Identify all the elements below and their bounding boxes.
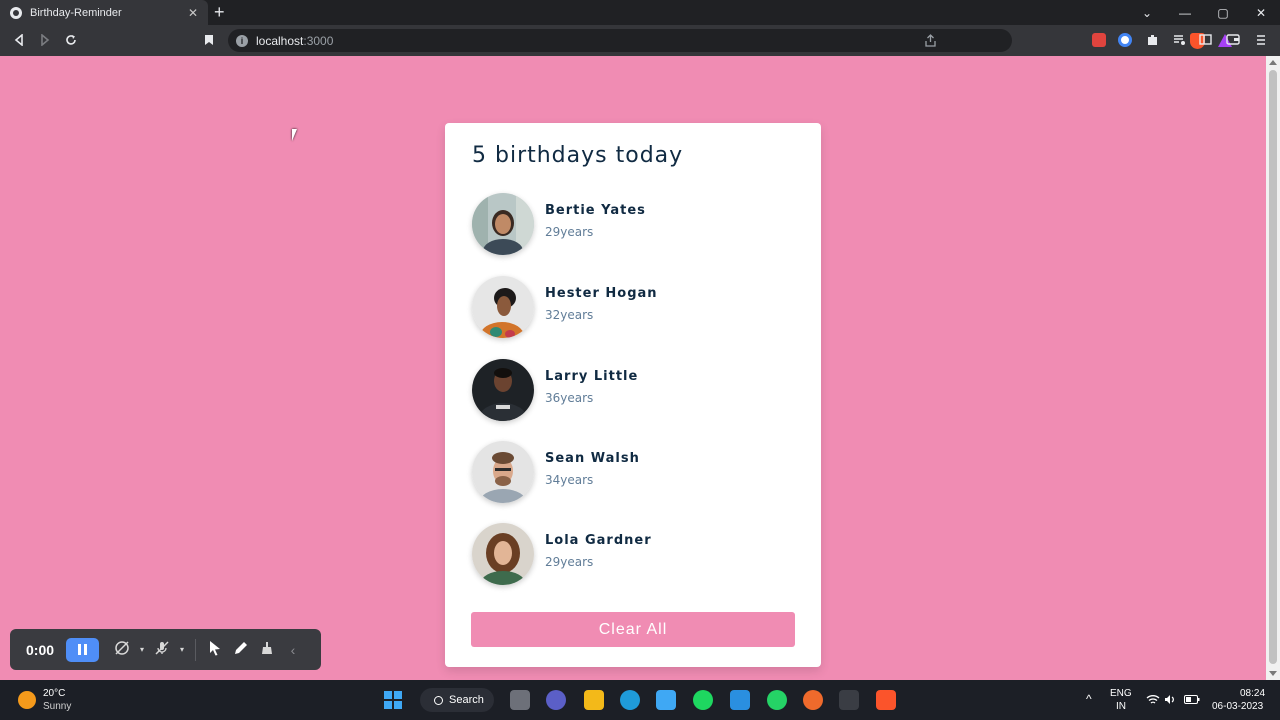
show-hidden-icons-icon[interactable]: ^ xyxy=(1086,692,1092,706)
page-scrollbar[interactable] xyxy=(1266,56,1280,680)
menu-icon[interactable] xyxy=(1252,32,1270,50)
scroll-down-icon[interactable] xyxy=(1269,671,1277,676)
browser-tab-bar: Birthday-Reminder ✕ + ⌄ — ▢ ✕ xyxy=(0,0,1280,25)
recording-timer: 0:00 xyxy=(26,641,55,658)
person-name: Hester Hogan xyxy=(545,286,658,301)
url-host: localhost xyxy=(256,33,304,48)
maximize-button[interactable]: ▢ xyxy=(1204,0,1242,25)
address-bar[interactable]: i localhost :3000 xyxy=(228,29,1232,52)
divider xyxy=(195,638,196,661)
taskbar-search[interactable]: Search xyxy=(420,688,494,712)
color-extension-icon[interactable] xyxy=(1118,33,1132,47)
clock-time[interactable]: 08:24 xyxy=(1240,688,1265,699)
sun-icon[interactable] xyxy=(18,691,36,709)
avatar xyxy=(472,193,534,255)
file-explorer-icon[interactable] xyxy=(584,690,604,710)
person-age: 32years xyxy=(545,308,594,322)
person-info: Bertie Yates 29years xyxy=(545,203,646,239)
search-label: Search xyxy=(449,694,484,706)
windows-start-icon[interactable] xyxy=(384,691,402,709)
share-icon[interactable] xyxy=(924,34,937,52)
puzzle-extensions-icon[interactable] xyxy=(1143,32,1161,50)
person-name: Sean Walsh xyxy=(545,451,640,466)
volume-icon[interactable] xyxy=(1164,694,1176,708)
person-age: 29years xyxy=(545,225,594,239)
wifi-icon[interactable] xyxy=(1146,694,1160,708)
spotify-icon[interactable] xyxy=(693,690,713,710)
person-age: 29years xyxy=(545,555,594,569)
playlist-icon[interactable] xyxy=(1170,32,1188,50)
person-name: Bertie Yates xyxy=(545,203,646,218)
camera-off-icon[interactable] xyxy=(109,640,135,659)
vscode-icon[interactable] xyxy=(730,690,750,710)
edge-icon[interactable] xyxy=(620,690,640,710)
clock-date[interactable]: 06-03-2023 xyxy=(1212,701,1263,712)
wallet-icon[interactable] xyxy=(1224,32,1242,50)
whatsapp-icon[interactable] xyxy=(767,690,787,710)
avatar xyxy=(472,276,534,338)
person-item: Bertie Yates 29years xyxy=(472,193,792,255)
postman-icon[interactable] xyxy=(803,690,823,710)
task-view-icon[interactable] xyxy=(510,690,530,710)
recording-toolbar: 0:00 ▾ ▾ ‹ xyxy=(10,629,321,670)
person-info: Larry Little 36years xyxy=(545,369,638,405)
terminal-icon[interactable] xyxy=(839,690,859,710)
pen-icon[interactable] xyxy=(228,640,254,659)
avatar xyxy=(472,523,534,585)
person-info: Sean Walsh 34years xyxy=(545,451,640,487)
person-name: Larry Little xyxy=(545,369,639,384)
person-item: Larry Little 36years xyxy=(472,359,792,421)
person-name: Lola Gardner xyxy=(545,533,652,548)
person-item: Hester Hogan 32years xyxy=(472,276,792,338)
close-window-button[interactable]: ✕ xyxy=(1242,0,1280,25)
avatar xyxy=(472,441,534,503)
sidebar-icon[interactable] xyxy=(1196,32,1214,50)
browser-toolbar: i localhost :3000 xyxy=(0,25,1280,56)
globe-icon xyxy=(10,6,22,19)
tab-birthday-reminder[interactable]: Birthday-Reminder ✕ xyxy=(0,0,208,25)
chevron-down-icon[interactable]: ▾ xyxy=(135,645,149,654)
notepad-icon[interactable] xyxy=(656,690,676,710)
tab-search-icon[interactable]: ⌄ xyxy=(1128,0,1166,25)
mouse-cursor-icon xyxy=(292,129,302,141)
person-info: Hester Hogan 32years xyxy=(545,286,658,322)
pointer-icon[interactable] xyxy=(202,640,228,659)
weather-condition[interactable]: Sunny xyxy=(43,701,71,712)
person-info: Lola Gardner 29years xyxy=(545,533,652,569)
person-item: Sean Walsh 34years xyxy=(472,441,792,503)
reload-icon[interactable] xyxy=(62,32,80,50)
search-icon xyxy=(434,695,443,705)
page-title: 5 birthdays today xyxy=(472,143,684,168)
scroll-up-icon[interactable] xyxy=(1269,60,1277,65)
url-port: :3000 xyxy=(303,33,334,48)
birthday-card: 5 birthdays today Bertie Yates 29years H… xyxy=(445,123,821,667)
language-code[interactable]: ENG xyxy=(1110,688,1132,699)
mic-off-icon[interactable] xyxy=(149,640,175,659)
teams-chat-icon[interactable] xyxy=(546,690,566,710)
forward-icon[interactable] xyxy=(36,32,54,50)
person-age: 36years xyxy=(545,391,594,405)
chevron-down-icon[interactable]: ▾ xyxy=(175,645,189,654)
scrollbar-thumb[interactable] xyxy=(1269,70,1277,664)
collapse-chevron-icon[interactable]: ‹ xyxy=(280,642,306,658)
bookmark-icon[interactable] xyxy=(200,32,218,50)
tab-title: Birthday-Reminder xyxy=(30,6,122,19)
brave-browser-icon[interactable] xyxy=(876,690,896,710)
site-info-icon[interactable]: i xyxy=(236,34,248,47)
person-item: Lola Gardner 29years xyxy=(472,523,792,585)
avatar xyxy=(472,359,534,421)
extension-icon[interactable] xyxy=(1092,33,1106,47)
weather-temperature[interactable]: 20°C xyxy=(43,688,65,699)
new-tab-button[interactable]: + xyxy=(214,2,225,22)
language-region[interactable]: IN xyxy=(1116,701,1126,712)
pause-button[interactable] xyxy=(66,637,99,662)
windows-taskbar: 20°C Sunny Search ^ ENG IN 08:24 06-03-2… xyxy=(0,680,1280,720)
minimize-button[interactable]: — xyxy=(1166,0,1204,25)
close-tab-icon[interactable]: ✕ xyxy=(184,6,202,20)
eraser-icon[interactable] xyxy=(254,640,280,659)
clear-all-button[interactable]: Clear All xyxy=(471,612,795,647)
person-age: 34years xyxy=(545,473,594,487)
back-icon[interactable] xyxy=(10,32,28,50)
battery-icon[interactable] xyxy=(1184,695,1200,707)
